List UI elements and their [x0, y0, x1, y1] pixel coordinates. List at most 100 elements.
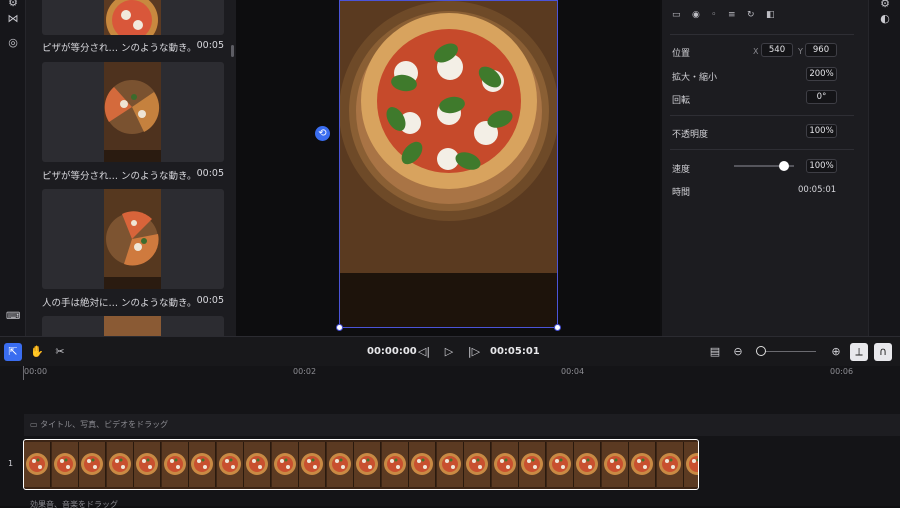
pizza-thumbnail [104, 62, 161, 162]
zoom-out-icon[interactable]: ⊖ [729, 343, 747, 361]
magnet-icon[interactable]: ∩ [874, 343, 892, 361]
clip-frame [271, 442, 299, 487]
clip-frame [464, 442, 491, 487]
timeline-toolbar: ⇱ ✋ ✂ 00:00:00 ◁| ▷ |▷ 00:05:01 ▤ ⊖ ⊕ ⟂ … [0, 336, 900, 366]
pizza-image [340, 1, 557, 327]
keyboard-icon[interactable]: ⌨ [6, 310, 20, 324]
audio-drop-lane[interactable]: 効果音、音楽をドラッグ [24, 498, 900, 508]
media-thumbnail[interactable] [42, 189, 224, 289]
speed-input[interactable]: 100% [806, 159, 837, 173]
clip-frame [409, 442, 436, 487]
media-duration: 00:05 [196, 40, 224, 51]
palette-icon[interactable]: ◐ [878, 12, 892, 26]
play-icon[interactable]: ▷ [440, 343, 458, 361]
clip-frame [51, 442, 79, 487]
clip-frame [244, 442, 271, 487]
media-thumbnail[interactable] [42, 62, 224, 162]
clip-frame [491, 442, 519, 487]
speed-label: 速度 [672, 165, 691, 175]
filter-icon[interactable]: ◎ [6, 36, 20, 50]
clip-frame [436, 442, 464, 487]
drop-hint-audio: 効果音、音楽をドラッグ [30, 500, 118, 508]
current-time: 00:00:00 [367, 346, 417, 357]
adjust-icon[interactable]: ≡ [728, 10, 736, 20]
hand-icon[interactable]: ✋ [28, 343, 46, 361]
zoom-slider-knob[interactable] [756, 346, 766, 356]
clip-frame [354, 442, 381, 487]
right-rail: ⚙ ◐ [868, 0, 900, 336]
pizza-thumbnail [104, 316, 161, 336]
clip-frame [601, 442, 629, 487]
refresh-icon[interactable]: ↻ [747, 10, 755, 20]
scale-input[interactable]: 200% [806, 67, 837, 81]
opacity-input[interactable]: 100% [806, 124, 837, 138]
left-rail: ⚙ ⋈ ◎ ⌨ [0, 0, 26, 336]
zoom-in-icon[interactable]: ⊕ [827, 343, 845, 361]
scale-label: 拡大・縮小 [672, 73, 718, 83]
resize-handle[interactable] [554, 324, 561, 331]
layout-icon[interactable]: ◧ [766, 10, 775, 20]
properties-panel: ▭ ◉ ◦ ≡ ↻ ◧ 位置 X 540 Y 960 拡大・縮小 200% 回転… [662, 0, 868, 336]
media-thumbnail[interactable] [42, 316, 224, 336]
timeline-ruler[interactable]: 00:00 00:02 00:04 00:06 [0, 366, 900, 380]
y-axis-label: Y [798, 47, 803, 56]
media-caption: ピザが等分され… ンのような動き。 [42, 171, 197, 182]
media-caption: 人の手は絶対に… ンのような動き。 [42, 298, 197, 309]
speed-slider-knob[interactable] [779, 161, 789, 171]
snap-icon[interactable]: ⟂ [850, 343, 868, 361]
video-clip[interactable] [23, 439, 699, 490]
prev-frame-icon[interactable]: ◁| [415, 343, 433, 361]
overlay-drop-lane[interactable]: ▭ タイトル、写真、ビデオをドラッグ [24, 414, 900, 436]
duration-value: 00:05:01 [798, 185, 837, 195]
clip-frame [381, 442, 409, 487]
ruler-tick: 00:04 [561, 367, 585, 376]
rotation-label: 回転 [672, 96, 691, 106]
crop-icon[interactable]: ▭ [672, 10, 681, 20]
clip-frame [326, 442, 354, 487]
clip-frame [684, 442, 698, 487]
clip-frame [519, 442, 546, 487]
resize-handle[interactable] [336, 324, 343, 331]
clip-frame [574, 442, 601, 487]
divider [670, 115, 854, 116]
position-y-input[interactable]: 960 [805, 43, 837, 57]
media-thumbnail[interactable] [42, 0, 224, 35]
audio-icon[interactable]: ◦ [711, 10, 716, 20]
media-panel: ピザが等分され… ンのような動き。 00:05 ピザが等分され… ンのような動き。… [26, 0, 236, 336]
rotate-icon[interactable]: ⟲ [315, 126, 330, 141]
video-preview[interactable] [339, 0, 558, 328]
transition-icon[interactable]: ⋈ [6, 12, 20, 26]
subtitle-icon[interactable]: ▤ [706, 343, 724, 361]
total-time: 00:05:01 [490, 346, 540, 357]
media-caption: ピザが等分され… ンのような動き。 [42, 43, 197, 54]
ruler-tick: 00:06 [830, 367, 854, 376]
clip-frame [546, 442, 574, 487]
scissors-icon[interactable]: ✂ [51, 343, 69, 361]
divider [670, 34, 854, 35]
ruler-tick: 00:00 [24, 367, 48, 376]
drop-hint-video: ▭ タイトル、写真、ビデオをドラッグ [30, 420, 169, 429]
next-frame-icon[interactable]: |▷ [465, 343, 483, 361]
clip-frame [24, 442, 51, 487]
pizza-thumbnail [104, 0, 161, 35]
clip-frame [161, 442, 189, 487]
select-icon[interactable]: ⇱ [4, 343, 22, 361]
rotation-input[interactable]: 0° [806, 90, 837, 104]
property-icon-row: ▭ ◉ ◦ ≡ ↻ ◧ [672, 10, 862, 24]
clip-frame [216, 442, 244, 487]
rail-settings-icon[interactable]: ⚙ [6, 0, 20, 10]
duration-label: 時間 [672, 188, 691, 198]
pizza-thumbnail [104, 189, 161, 289]
media-scrollbar[interactable] [231, 45, 234, 57]
clip-frame [299, 442, 326, 487]
ruler-tick: 00:02 [293, 367, 317, 376]
clip-frame [656, 442, 684, 487]
effects-icon[interactable]: ⚙ [878, 0, 892, 11]
mask-icon[interactable]: ◉ [692, 10, 700, 20]
media-duration: 00:05 [196, 168, 224, 179]
clip-frame [106, 442, 134, 487]
clip-frame [189, 442, 216, 487]
clip-frame [629, 442, 656, 487]
position-x-input[interactable]: 540 [761, 43, 793, 57]
track-number: 1 [8, 459, 14, 468]
